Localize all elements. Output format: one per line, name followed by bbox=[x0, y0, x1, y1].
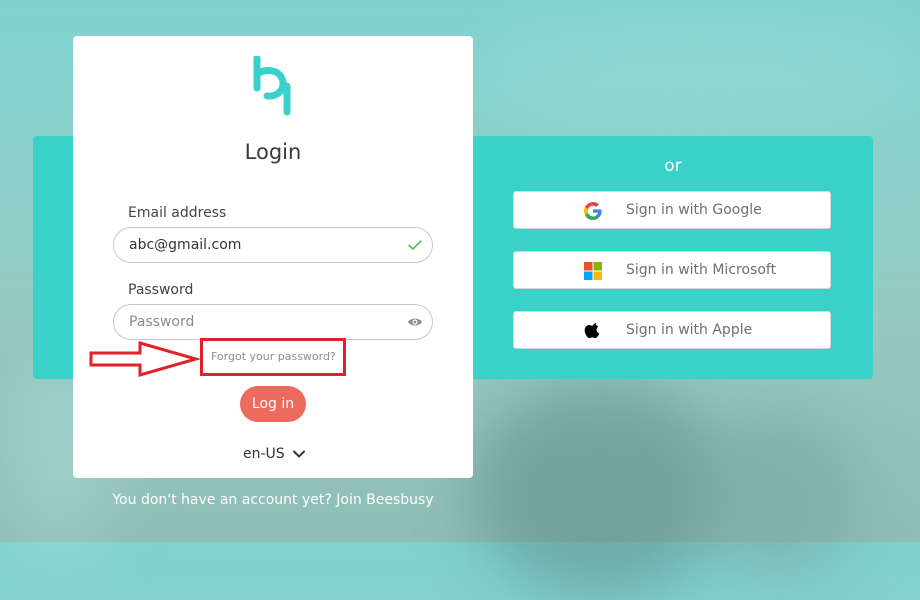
apple-icon bbox=[584, 323, 600, 339]
background-blur bbox=[700, 410, 860, 580]
language-selector[interactable]: en-US bbox=[243, 446, 305, 462]
google-signin-label: Sign in with Google bbox=[626, 202, 762, 218]
apple-signin-button[interactable]: Sign in with Apple bbox=[513, 311, 831, 349]
signup-link[interactable]: You don't have an account yet? Join Bees… bbox=[73, 492, 473, 508]
email-field[interactable] bbox=[113, 227, 433, 263]
login-card: Login Email address Password Forgot your… bbox=[73, 36, 473, 478]
password-field[interactable] bbox=[113, 304, 433, 340]
microsoft-icon bbox=[584, 262, 602, 280]
email-label: Email address bbox=[128, 205, 227, 221]
background-blur bbox=[470, 380, 730, 600]
background-blur bbox=[480, 30, 920, 120]
check-icon bbox=[408, 240, 422, 251]
annotation-highlight-box bbox=[200, 338, 346, 376]
microsoft-signin-label: Sign in with Microsoft bbox=[626, 262, 777, 278]
or-label: or bbox=[664, 156, 682, 176]
login-button[interactable]: Log in bbox=[240, 386, 306, 422]
google-signin-button[interactable]: Sign in with Google bbox=[513, 191, 831, 229]
language-label: en-US bbox=[243, 446, 285, 462]
eye-icon[interactable] bbox=[407, 314, 423, 330]
apple-signin-label: Sign in with Apple bbox=[626, 322, 753, 338]
page-title: Login bbox=[244, 140, 302, 164]
annotation-arrow-icon bbox=[89, 341, 200, 377]
password-label: Password bbox=[128, 282, 194, 298]
google-icon bbox=[584, 202, 602, 220]
beesbusy-logo bbox=[253, 56, 291, 116]
microsoft-signin-button[interactable]: Sign in with Microsoft bbox=[513, 251, 831, 289]
chevron-down-icon bbox=[292, 450, 305, 458]
